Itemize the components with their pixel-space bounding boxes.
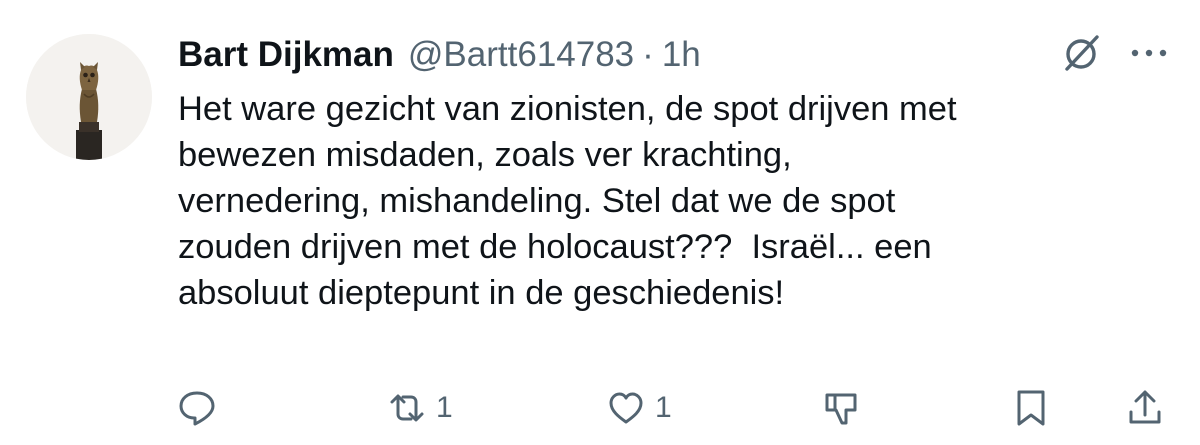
tweet-line: vernedering, mishandeling. Stel dat we d… — [178, 182, 896, 220]
avatar[interactable] — [26, 34, 152, 160]
bookmark-icon — [1017, 390, 1045, 426]
share-button[interactable] — [1124, 380, 1174, 436]
tweet: Bart Dijkman @Bartt614783 · 1h Het ware … — [0, 0, 1200, 445]
author-handle[interactable]: @Bartt614783 — [408, 35, 634, 75]
action-bar: 1 1 — [0, 380, 1200, 436]
reply-icon — [179, 391, 215, 426]
more-icon[interactable] — [1128, 40, 1170, 66]
grok-icon[interactable] — [1058, 30, 1104, 76]
tweet-line: Het ware gezicht van zionisten, de spot … — [178, 90, 957, 128]
tweet-line: zouden drijven met de holocaust??? Israë… — [178, 228, 932, 266]
like-button[interactable]: 1 — [605, 380, 672, 436]
reply-button[interactable] — [176, 380, 226, 436]
heart-icon — [609, 392, 643, 424]
retweet-icon — [390, 394, 424, 422]
thumbs-down-icon — [825, 393, 857, 425]
owl-statue-icon — [26, 34, 152, 160]
dislike-button[interactable] — [822, 380, 872, 436]
retweet-button[interactable]: 1 — [386, 380, 453, 436]
retweet-count: 1 — [436, 391, 453, 424]
tweet-line: absoluut dieptepunt in de geschiedenis! — [178, 274, 785, 312]
tweet-header: Bart Dijkman @Bartt614783 · 1h — [178, 30, 701, 80]
post-time[interactable]: 1h — [662, 35, 701, 75]
tweet-text: Het ware gezicht van zionisten, de spot … — [178, 86, 1188, 316]
bookmark-button[interactable] — [1010, 380, 1060, 436]
separator-dot: · — [642, 35, 654, 74]
author-name[interactable]: Bart Dijkman — [178, 35, 394, 75]
tweet-line: bewezen misdaden, zoals ver krachting, — [178, 136, 792, 174]
like-count: 1 — [655, 391, 672, 424]
share-icon — [1129, 390, 1161, 424]
